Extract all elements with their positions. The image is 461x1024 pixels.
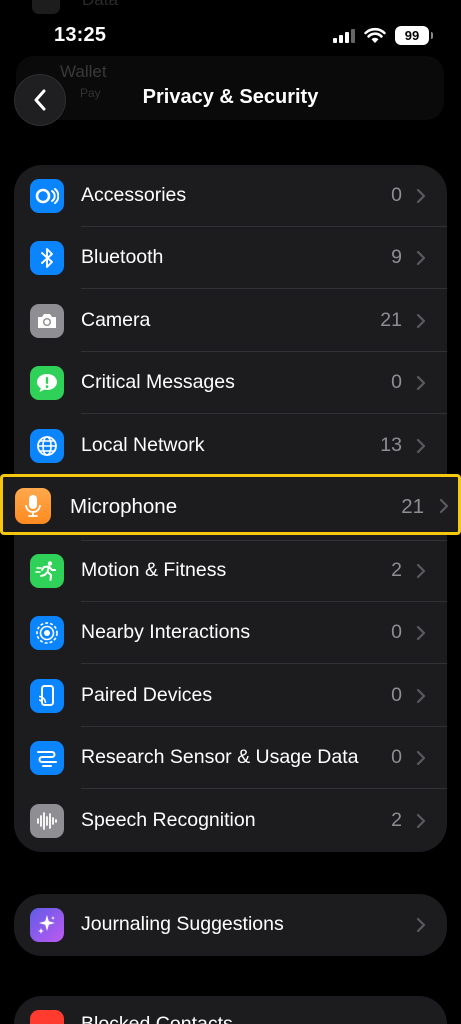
globe-icon bbox=[30, 429, 64, 463]
chevron-right-icon bbox=[416, 250, 426, 266]
chevron-right-icon bbox=[416, 813, 426, 829]
list-item-blocked-contacts[interactable]: Blocked Contacts bbox=[14, 996, 447, 1024]
list-item-critical-messages[interactable]: Critical Messages 0 bbox=[14, 352, 447, 414]
list-item-label: Local Network bbox=[81, 434, 205, 456]
separator bbox=[81, 788, 447, 789]
microphone-icon bbox=[15, 488, 51, 524]
list-item-label: Critical Messages bbox=[81, 371, 235, 393]
list-item-research-sensor[interactable]: Research Sensor & Usage Data 0 bbox=[14, 727, 447, 789]
list-item-count: 21 bbox=[380, 309, 402, 331]
chevron-right-icon bbox=[416, 375, 426, 391]
chevron-right-icon bbox=[416, 917, 426, 933]
list-item-label: Camera bbox=[81, 309, 151, 331]
separator bbox=[81, 540, 447, 541]
accessories-icon bbox=[30, 179, 64, 213]
chevron-right-icon bbox=[439, 498, 449, 514]
list-item-count: 13 bbox=[380, 434, 402, 456]
list-item-label: Bluetooth bbox=[81, 246, 164, 268]
list-item-bluetooth[interactable]: Bluetooth 9 bbox=[14, 227, 447, 289]
list-item-local-network[interactable]: Local Network 13 bbox=[14, 415, 447, 477]
list-item-label: Research Sensor & Usage Data bbox=[81, 746, 359, 768]
nearby-interactions-icon bbox=[30, 616, 64, 650]
ghost-title: Wallet bbox=[60, 62, 107, 81]
chevron-right-icon bbox=[416, 750, 426, 766]
bluetooth-icon bbox=[30, 241, 64, 275]
list-item-label: Blocked Contacts bbox=[81, 1013, 233, 1024]
status-bar: Data 13:25 99 bbox=[0, 0, 461, 64]
page-title: Privacy & Security bbox=[142, 86, 319, 108]
list-item-label: Paired Devices bbox=[81, 684, 213, 706]
journaling-group: Journaling Suggestions bbox=[14, 894, 447, 956]
running-figure-icon bbox=[30, 554, 64, 588]
list-item-count: 2 bbox=[391, 559, 402, 581]
battery-level: 99 bbox=[404, 28, 420, 43]
sparkles-icon bbox=[30, 908, 64, 942]
camera-icon bbox=[30, 304, 64, 338]
battery-icon: 99 bbox=[395, 26, 433, 45]
list-item-label: Nearby Interactions bbox=[81, 621, 251, 643]
list-item-label: Accessories bbox=[81, 184, 187, 206]
chevron-right-icon bbox=[416, 688, 426, 704]
list-item-accessories[interactable]: Accessories 0 bbox=[14, 165, 447, 227]
list-item-journaling-suggestions[interactable]: Journaling Suggestions bbox=[14, 894, 447, 956]
separator bbox=[81, 413, 447, 414]
list-item-count: 0 bbox=[391, 746, 402, 768]
list-item-label: Microphone bbox=[70, 495, 178, 518]
list-item-count: 0 bbox=[391, 684, 402, 706]
ghost-icon bbox=[32, 0, 60, 14]
wifi-icon bbox=[364, 27, 386, 43]
list-item-motion-fitness[interactable]: Motion & Fitness 2 bbox=[14, 540, 447, 602]
blocked-icon bbox=[30, 1010, 64, 1024]
chevron-right-icon bbox=[416, 438, 426, 454]
list-item-label: Journaling Suggestions bbox=[81, 913, 284, 935]
list-item-count: 2 bbox=[391, 809, 402, 831]
critical-messages-icon bbox=[30, 366, 64, 400]
list-item-paired-devices[interactable]: Paired Devices 0 bbox=[14, 665, 447, 727]
list-item-count: 21 bbox=[401, 495, 424, 518]
cellular-signal-icon bbox=[333, 29, 355, 43]
chevron-right-icon bbox=[416, 563, 426, 579]
list-item-count: 9 bbox=[391, 246, 402, 268]
navigation-bar: Wallet Pay Privacy & Security bbox=[0, 56, 461, 132]
list-item-microphone[interactable]: Microphone 21 bbox=[0, 474, 461, 535]
list-item-label: Motion & Fitness bbox=[81, 559, 227, 581]
chevron-right-icon bbox=[416, 313, 426, 329]
status-time: 13:25 bbox=[54, 24, 107, 46]
separator bbox=[81, 663, 447, 664]
list-item-count: 0 bbox=[391, 621, 402, 643]
waveform-icon bbox=[30, 804, 64, 838]
chevron-right-icon bbox=[416, 188, 426, 204]
list-item-nearby-interactions[interactable]: Nearby Interactions 0 bbox=[14, 602, 447, 664]
research-sensor-icon bbox=[30, 741, 64, 775]
ghost-label: Data bbox=[82, 0, 118, 10]
list-item-camera[interactable]: Camera 21 bbox=[14, 290, 447, 352]
paired-devices-icon bbox=[30, 679, 64, 713]
separator bbox=[81, 288, 447, 289]
chevron-right-icon bbox=[416, 625, 426, 641]
list-item-count: 0 bbox=[391, 371, 402, 393]
list-item-count: 0 bbox=[391, 184, 402, 206]
scrolled-content-ghost: Data bbox=[32, 0, 392, 14]
list-item-speech-recognition[interactable]: Speech Recognition 2 bbox=[14, 790, 447, 852]
list-item-label: Speech Recognition bbox=[81, 809, 256, 831]
